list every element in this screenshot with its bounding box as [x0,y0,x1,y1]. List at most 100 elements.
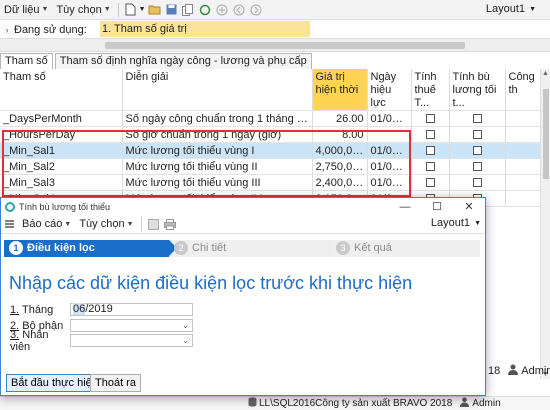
menu-report-label: Báo cáo [22,218,63,230]
database-icon [248,397,257,410]
print-icon[interactable] [164,218,177,231]
menu-data[interactable]: Dữ liệu ▼ [0,4,52,16]
step-label: Điều kiện lọc [27,242,95,254]
wizard-steps: 1 Điều kiện lọc 2 Chi tiết 3 Kết quả [1,238,485,258]
toolbar-divider [117,2,119,17]
close-button[interactable]: ✕ [453,198,485,215]
chevron-down-icon: ▼ [41,6,49,13]
tax-checkbox[interactable] [425,146,435,156]
dialog-layout-label: Layout1 [430,217,471,229]
forward-circle-icon[interactable] [250,3,263,16]
dept-dropdown[interactable]: ⌄ [70,319,193,332]
table-row[interactable]: _Min_Sal1 Mức lương tối thiểu vùng I 4,0… [0,142,541,159]
min-wage-checkbox[interactable] [472,130,482,140]
scrollbar-thumb[interactable] [543,89,549,179]
in-use-value[interactable]: 1. Tham số giá trị [100,21,310,37]
window-controls: — ☐ ✕ [389,198,485,215]
tax-checkbox[interactable] [425,130,435,140]
month-label: 1. Tháng [10,304,54,316]
column-header[interactable]: Tính thuế T... [411,69,450,111]
column-header[interactable]: Diễn giải [122,69,313,111]
scroll-up-icon[interactable]: ▲ [542,70,549,77]
column-header[interactable]: Tham số [0,69,123,111]
save-icon[interactable] [165,3,178,16]
back-circle-icon[interactable] [233,3,246,16]
min-wage-checkbox[interactable] [472,114,482,124]
month-value-rest: /2019 [85,303,113,315]
column-header[interactable]: Tính bù lương tối t... [449,69,506,111]
hamburger-menu-icon[interactable] [5,220,14,228]
start-button[interactable]: Bắt đầu thực hiện [6,374,103,392]
table-row[interactable]: _Min_Sal2 Mức lương tối thiểu vùng II 2,… [0,158,541,175]
chevron-down-icon[interactable]: ▼ [139,6,146,13]
column-header[interactable]: Công th [505,69,541,111]
tax-checkbox[interactable] [425,162,435,172]
month-field-row: 1. Tháng [10,303,70,317]
vertical-scrollbar[interactable]: ▲ ▼ [540,69,550,379]
scrollbar-thumb[interactable] [105,42,465,49]
in-use-label: Đang sử dụng: [14,23,87,36]
tab-parameter-definitions[interactable]: Tham số định nghĩa ngày công - lương và … [54,53,312,70]
min-wage-checkbox[interactable] [472,146,482,156]
date-cell: 01/01/15 [367,158,412,175]
in-use-bar: › Đang sử dụng: › 1. Tham số giá trị [0,21,550,38]
open-folder-icon[interactable] [148,3,161,16]
status-server: LL\SQL2016 [259,398,316,409]
wizard-step-result[interactable]: 3 Kết quả [336,241,392,255]
chevron-right-icon[interactable]: › [0,25,14,35]
tab-strip: Tham số Tham số định nghĩa ngày công - l… [0,53,314,70]
chevron-down-icon: ▼ [103,6,111,13]
status-bar: LL\SQL2016 Công ty sản xuất BRAVO 2018 A… [0,396,550,410]
menu-data-label: Dữ liệu [4,3,40,16]
table-header-row: Tham số Diễn giải Giá trị hiện thời Ngày… [0,69,541,111]
maximize-button[interactable]: ☐ [421,198,453,215]
chevron-down-icon: ▼ [126,220,134,228]
table-row[interactable]: _HoursPerDay Số giờ chuẩn trong 1 ngày (… [0,126,541,143]
column-header[interactable]: Ngày hiệu lực [367,69,412,111]
min-wage-checkbox[interactable] [472,178,482,188]
dialog-layout-selector[interactable]: Layout1 ▼ [431,217,481,229]
menu-report[interactable]: Báo cáo ▼ [18,218,75,230]
menu-options-label: Tùy chọn [79,218,125,230]
month-input[interactable]: 06/2019 [70,303,193,316]
month-value-selected: 06 [73,303,86,315]
layout-selector[interactable]: Layout1 ▼ [486,3,536,15]
value-cell: 2,400,000.00 [312,174,368,191]
desc-cell: Mức lương tối thiểu vùng II [122,158,313,175]
step-label: Kết quả [354,242,392,254]
param-cell: _Min_Sal1 [0,142,123,159]
wizard-step-filter[interactable]: 1 Điều kiện lọc [9,241,95,255]
user-icon [460,397,470,410]
export-icon[interactable] [147,218,160,231]
horizontal-scrollbar[interactable] [0,38,550,52]
step-number: 3 [336,241,350,255]
tax-checkbox[interactable] [425,114,435,124]
date-cell [367,126,412,143]
staff-field-row: 3. Nhân viên [10,329,70,353]
date-cell: 01/01/15 [367,174,412,191]
menu-options[interactable]: Tùy chọn ▼ [52,4,114,16]
tax-checkbox[interactable] [425,178,435,188]
new-document-icon[interactable] [124,3,137,16]
table-row[interactable]: _Min_Sal3 Mức lương tối thiểu vùng III 2… [0,174,541,191]
wizard-step-detail[interactable]: 2 Chi tiết [174,241,226,255]
staff-dropdown[interactable]: ⌄ [70,334,193,347]
add-circle-icon[interactable] [216,3,229,16]
exit-button[interactable]: Thoát ra [90,374,141,392]
column-header[interactable]: Giá trị hiện thời [312,69,368,111]
chevron-down-icon[interactable]: ⌄ [182,320,189,331]
min-wage-dialog: Tính bù lương tối thiểu — ☐ ✕ Báo cáo ▼ … [0,197,486,396]
status-user: Admin [521,365,550,377]
param-cell: _Min_Sal2 [0,158,123,175]
value-cell: 2,750,000.00 [312,158,368,175]
desc-cell: Số giờ chuẩn trong 1 ngày (giờ) [122,126,313,143]
chevron-down-icon[interactable]: ⌄ [182,335,189,346]
menu-options[interactable]: Tùy chọn ▼ [75,218,137,230]
tab-parameters[interactable]: Tham số [0,53,53,70]
min-wage-checkbox[interactable] [472,162,482,172]
copy-icon[interactable] [182,3,195,16]
minimize-button[interactable]: — [389,198,421,215]
chevron-down-icon: ▼ [474,219,481,227]
table-row[interactable]: _DaysPerMonth Số ngày công chuẩn trong 1… [0,110,541,127]
refresh-icon[interactable] [199,3,212,16]
